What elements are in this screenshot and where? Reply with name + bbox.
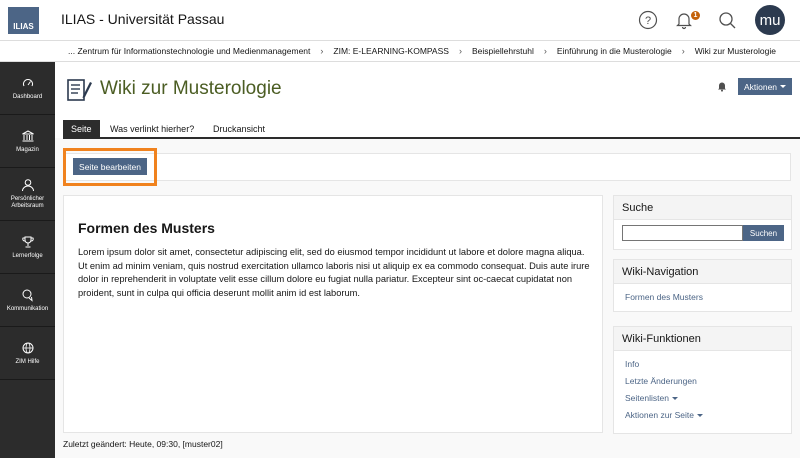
page-title: Wiki zur Musterologie (100, 78, 282, 99)
breadcrumb: ... Zentrum für Informationstechnologie … (0, 40, 800, 62)
sidebar-item-zim-hilfe[interactable]: ZIM Hilfe (0, 327, 55, 380)
sidebar-item-label: Dashboard (12, 93, 43, 100)
help-icon[interactable]: ? (637, 9, 659, 31)
last-changed-info: Zuletzt geändert: Heute, 09:30, [muster0… (63, 439, 223, 449)
breadcrumb-item[interactable]: ... Zentrum für Informationstechnologie … (68, 46, 310, 56)
tab-what-links-here[interactable]: Was verlinkt hierher? (102, 120, 202, 138)
breadcrumb-item[interactable]: Beispiellehrstuhl (472, 46, 534, 56)
sidebar-item-magazin[interactable]: Magazin (0, 115, 55, 168)
user-icon (21, 179, 34, 192)
caret-down-icon (780, 85, 787, 88)
chevron-right-icon: › (681, 46, 685, 56)
sidebar-item-kommunikation[interactable]: Kommunikation (0, 274, 55, 327)
search-button[interactable]: Suchen (743, 225, 784, 241)
app-title[interactable]: ILIAS - Universität Passau (61, 11, 224, 27)
function-link-page-actions[interactable]: Aktionen zur Seite (614, 407, 791, 424)
content-heading: Formen des Musters (78, 220, 215, 236)
trophy-icon (21, 236, 34, 247)
wiki-icon (67, 79, 92, 101)
dashboard-icon (22, 78, 33, 86)
function-link-label: Seitenlisten (625, 393, 669, 403)
panel-title: Wiki-Navigation (614, 260, 791, 284)
nav-link-formen-des-musters[interactable]: Formen des Musters (614, 289, 791, 306)
sidebar-item-lernerfolge[interactable]: Lernerfolge (0, 221, 55, 274)
breadcrumb-item[interactable]: Einführung in die Musterologie (557, 46, 672, 56)
notification-bell-icon[interactable] (716, 80, 728, 92)
actions-label: Aktionen (743, 81, 778, 92)
chevron-right-icon: › (543, 46, 547, 56)
tab-seite[interactable]: Seite (63, 120, 100, 138)
chevron-right-icon: › (320, 46, 324, 56)
search-icon[interactable] (716, 9, 738, 31)
caret-down-icon (696, 414, 703, 418)
wiki-functions-panel: Wiki-Funktionen Info Letzte Änderungen S… (613, 326, 792, 434)
page-header: Wiki zur Musterologie Aktionen (55, 62, 800, 116)
chat-icon (22, 289, 33, 302)
main-sidebar: Dashboard Magazin Persönlicher Arbeitsra… (0, 62, 55, 458)
wiki-navigation-panel: Wiki-Navigation Formen des Musters (613, 259, 792, 312)
search-panel: Suche Suchen (613, 195, 792, 250)
caret-down-icon (671, 397, 678, 401)
sidebar-item-dashboard[interactable]: Dashboard (0, 62, 55, 115)
content-body: Lorem ipsum dolor sit amet, consectetur … (78, 247, 590, 298)
top-header: ILIAS ILIAS - Universität Passau ? 1 mu (0, 0, 800, 40)
ilias-logo[interactable]: ILIAS (8, 7, 39, 34)
actions-dropdown-button[interactable]: Aktionen (738, 78, 792, 95)
breadcrumb-item-current[interactable]: Wiki zur Musterologie (695, 46, 776, 56)
tab-underline (63, 137, 800, 139)
tab-print-view[interactable]: Druckansicht (205, 120, 273, 138)
sidebar-item-personal-workspace[interactable]: Persönlicher Arbeitsraum (0, 168, 55, 221)
function-link-recent-changes[interactable]: Letzte Änderungen (614, 373, 791, 390)
sidebar-item-label: Magazin (16, 146, 39, 153)
sidebar-item-label: Lernerfolge (12, 252, 43, 259)
library-icon (21, 129, 34, 141)
search-input[interactable] (622, 225, 743, 241)
sidebar-item-label: Kommunikation (6, 305, 49, 312)
chevron-right-icon: › (458, 46, 462, 56)
function-link-label: Aktionen zur Seite (625, 410, 694, 420)
toolbar (63, 153, 791, 181)
notification-count-badge: 1 (691, 11, 700, 20)
user-avatar[interactable]: mu (755, 5, 785, 35)
sidebar-item-label: Persönlicher Arbeitsraum (10, 196, 45, 209)
function-link-page-lists[interactable]: Seitenlisten (614, 390, 791, 407)
main-content-area: Wiki zur Musterologie Aktionen Seite Was… (55, 62, 800, 458)
breadcrumb-item[interactable]: ZIM: E-LEARNING-KOMPASS (333, 46, 449, 56)
svg-text:?: ? (645, 15, 651, 27)
function-link-info[interactable]: Info (614, 356, 791, 373)
help-globe-icon (22, 342, 33, 353)
panel-title: Wiki-Funktionen (614, 327, 791, 351)
panel-title: Suche (614, 196, 791, 220)
edit-page-button[interactable]: Seite bearbeiten (73, 158, 147, 175)
wiki-page-content: Formen des Musters Lorem ipsum dolor sit… (63, 195, 603, 433)
sidebar-item-label: ZIM Hilfe (15, 358, 40, 365)
